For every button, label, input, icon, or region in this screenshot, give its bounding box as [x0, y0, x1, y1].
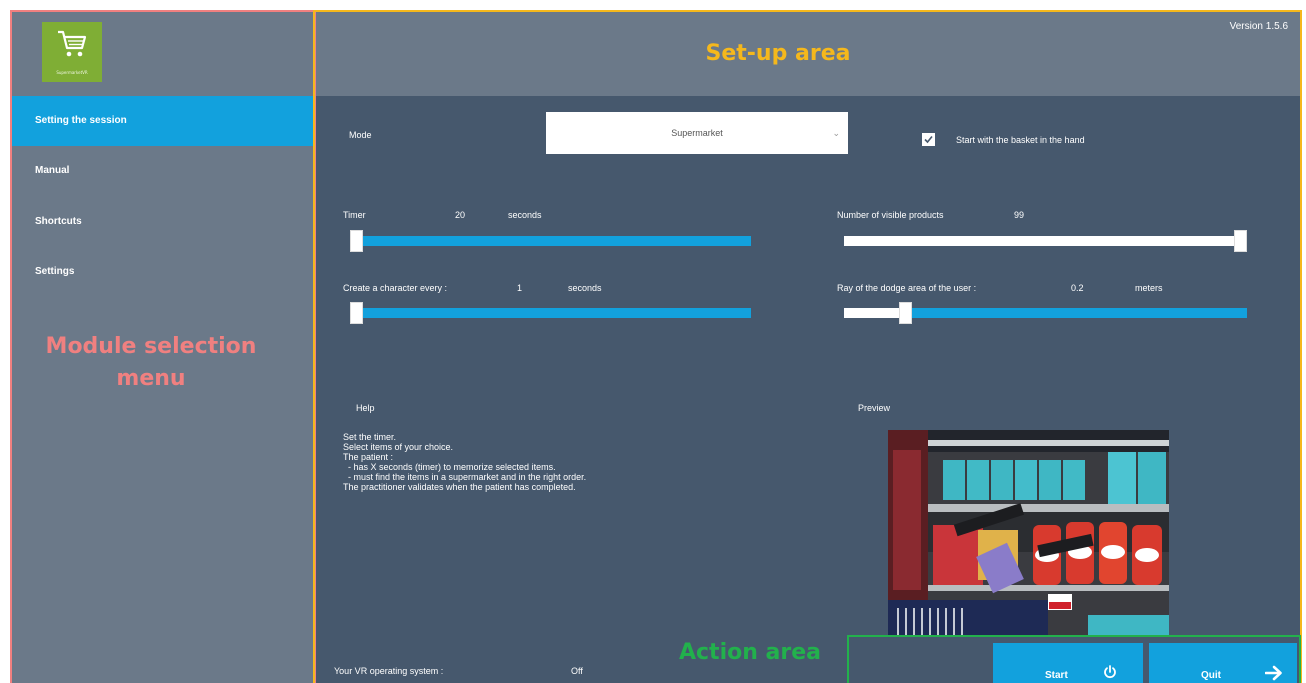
dodge-slider[interactable]: [844, 302, 1247, 324]
setup-panel: Version 1.5.6 Mode Supermarket ⌄ Start w…: [315, 12, 1300, 683]
timer-label: Timer: [343, 210, 366, 220]
timer-slider[interactable]: [350, 230, 751, 252]
slider-track: [350, 236, 751, 246]
supermarket-scene-image: [888, 430, 1169, 637]
visible-products-label: Number of visible products: [837, 210, 944, 220]
logo-text: SupermarketVR: [56, 70, 88, 75]
character-label: Create a character every :: [343, 283, 448, 293]
vr-os-label: Your VR operating system :: [334, 666, 444, 676]
timer-unit: seconds: [508, 210, 542, 220]
help-title: Help: [356, 403, 375, 413]
slider-thumb[interactable]: [899, 302, 912, 324]
arrow-right-icon: [1265, 665, 1282, 681]
character-unit: seconds: [568, 283, 602, 293]
mode-selected-value: Supermarket: [671, 128, 723, 138]
visible-products-value: 99: [1014, 210, 1025, 220]
sidebar-item-label: Manual: [35, 165, 70, 176]
sidebar-item-setting-the-session[interactable]: Setting the session: [12, 96, 314, 146]
basket-label: Start with the basket in the hand: [956, 135, 1085, 145]
sidebar-item-settings[interactable]: Settings: [12, 247, 314, 297]
shopping-cart-icon: [58, 30, 87, 57]
help-line: The patient :: [343, 452, 394, 462]
help-line: Select items of your choice.: [343, 442, 454, 452]
preview-title: Preview: [858, 403, 891, 413]
app-logo: SupermarketVR: [42, 22, 102, 82]
slider-track: [350, 308, 751, 318]
sidebar-item-shortcuts[interactable]: Shortcuts: [12, 197, 314, 247]
mode-label: Mode: [349, 130, 372, 140]
action-area-label: Action area: [678, 640, 822, 665]
help-line: - must find the items in a supermarket a…: [343, 472, 587, 482]
visible-products-slider[interactable]: [844, 230, 1247, 252]
sidebar-item-label: Shortcuts: [35, 216, 82, 227]
start-button[interactable]: Start: [993, 643, 1143, 683]
checkmark-icon: [924, 135, 933, 144]
start-button-label: Start: [1045, 670, 1068, 681]
help-text: Set the timer. Select items of your choi…: [343, 432, 763, 492]
dodge-unit: meters: [1135, 283, 1163, 293]
help-line: The practitioner validates when the pati…: [343, 482, 576, 492]
character-slider[interactable]: [350, 302, 751, 324]
power-icon: [1104, 665, 1116, 679]
timer-value: 20: [455, 210, 466, 220]
preview-image: [888, 430, 1169, 637]
sidebar-item-label: Settings: [35, 266, 75, 277]
setup-area-label: Set-up area: [705, 41, 851, 66]
vr-os-value: Off: [571, 666, 583, 676]
quit-button-label: Quit: [1201, 670, 1221, 681]
sidebar-item-label: Setting the session: [35, 115, 127, 126]
module-menu-label: Module selection menu: [45, 334, 257, 391]
version-label: Version 1.5.6: [1229, 21, 1288, 32]
help-line: Set the timer.: [343, 432, 397, 442]
character-value: 1: [517, 283, 523, 293]
slider-fill: [844, 236, 1241, 246]
slider-thumb[interactable]: [350, 230, 363, 252]
dodge-label: Ray of the dodge area of the user :: [837, 283, 977, 293]
quit-button[interactable]: Quit: [1149, 643, 1297, 683]
help-line: - has X seconds (timer) to memorize sele…: [343, 462, 556, 472]
basket-checkbox[interactable]: [922, 133, 935, 146]
slider-fill: [844, 308, 906, 318]
dodge-value: 0.2: [1071, 283, 1084, 293]
slider-thumb[interactable]: [1234, 230, 1247, 252]
mode-dropdown[interactable]: Supermarket ⌄: [546, 112, 848, 154]
slider-thumb[interactable]: [350, 302, 363, 324]
chevron-down-icon: ⌄: [832, 128, 840, 138]
sidebar-item-manual[interactable]: Manual: [12, 146, 314, 196]
